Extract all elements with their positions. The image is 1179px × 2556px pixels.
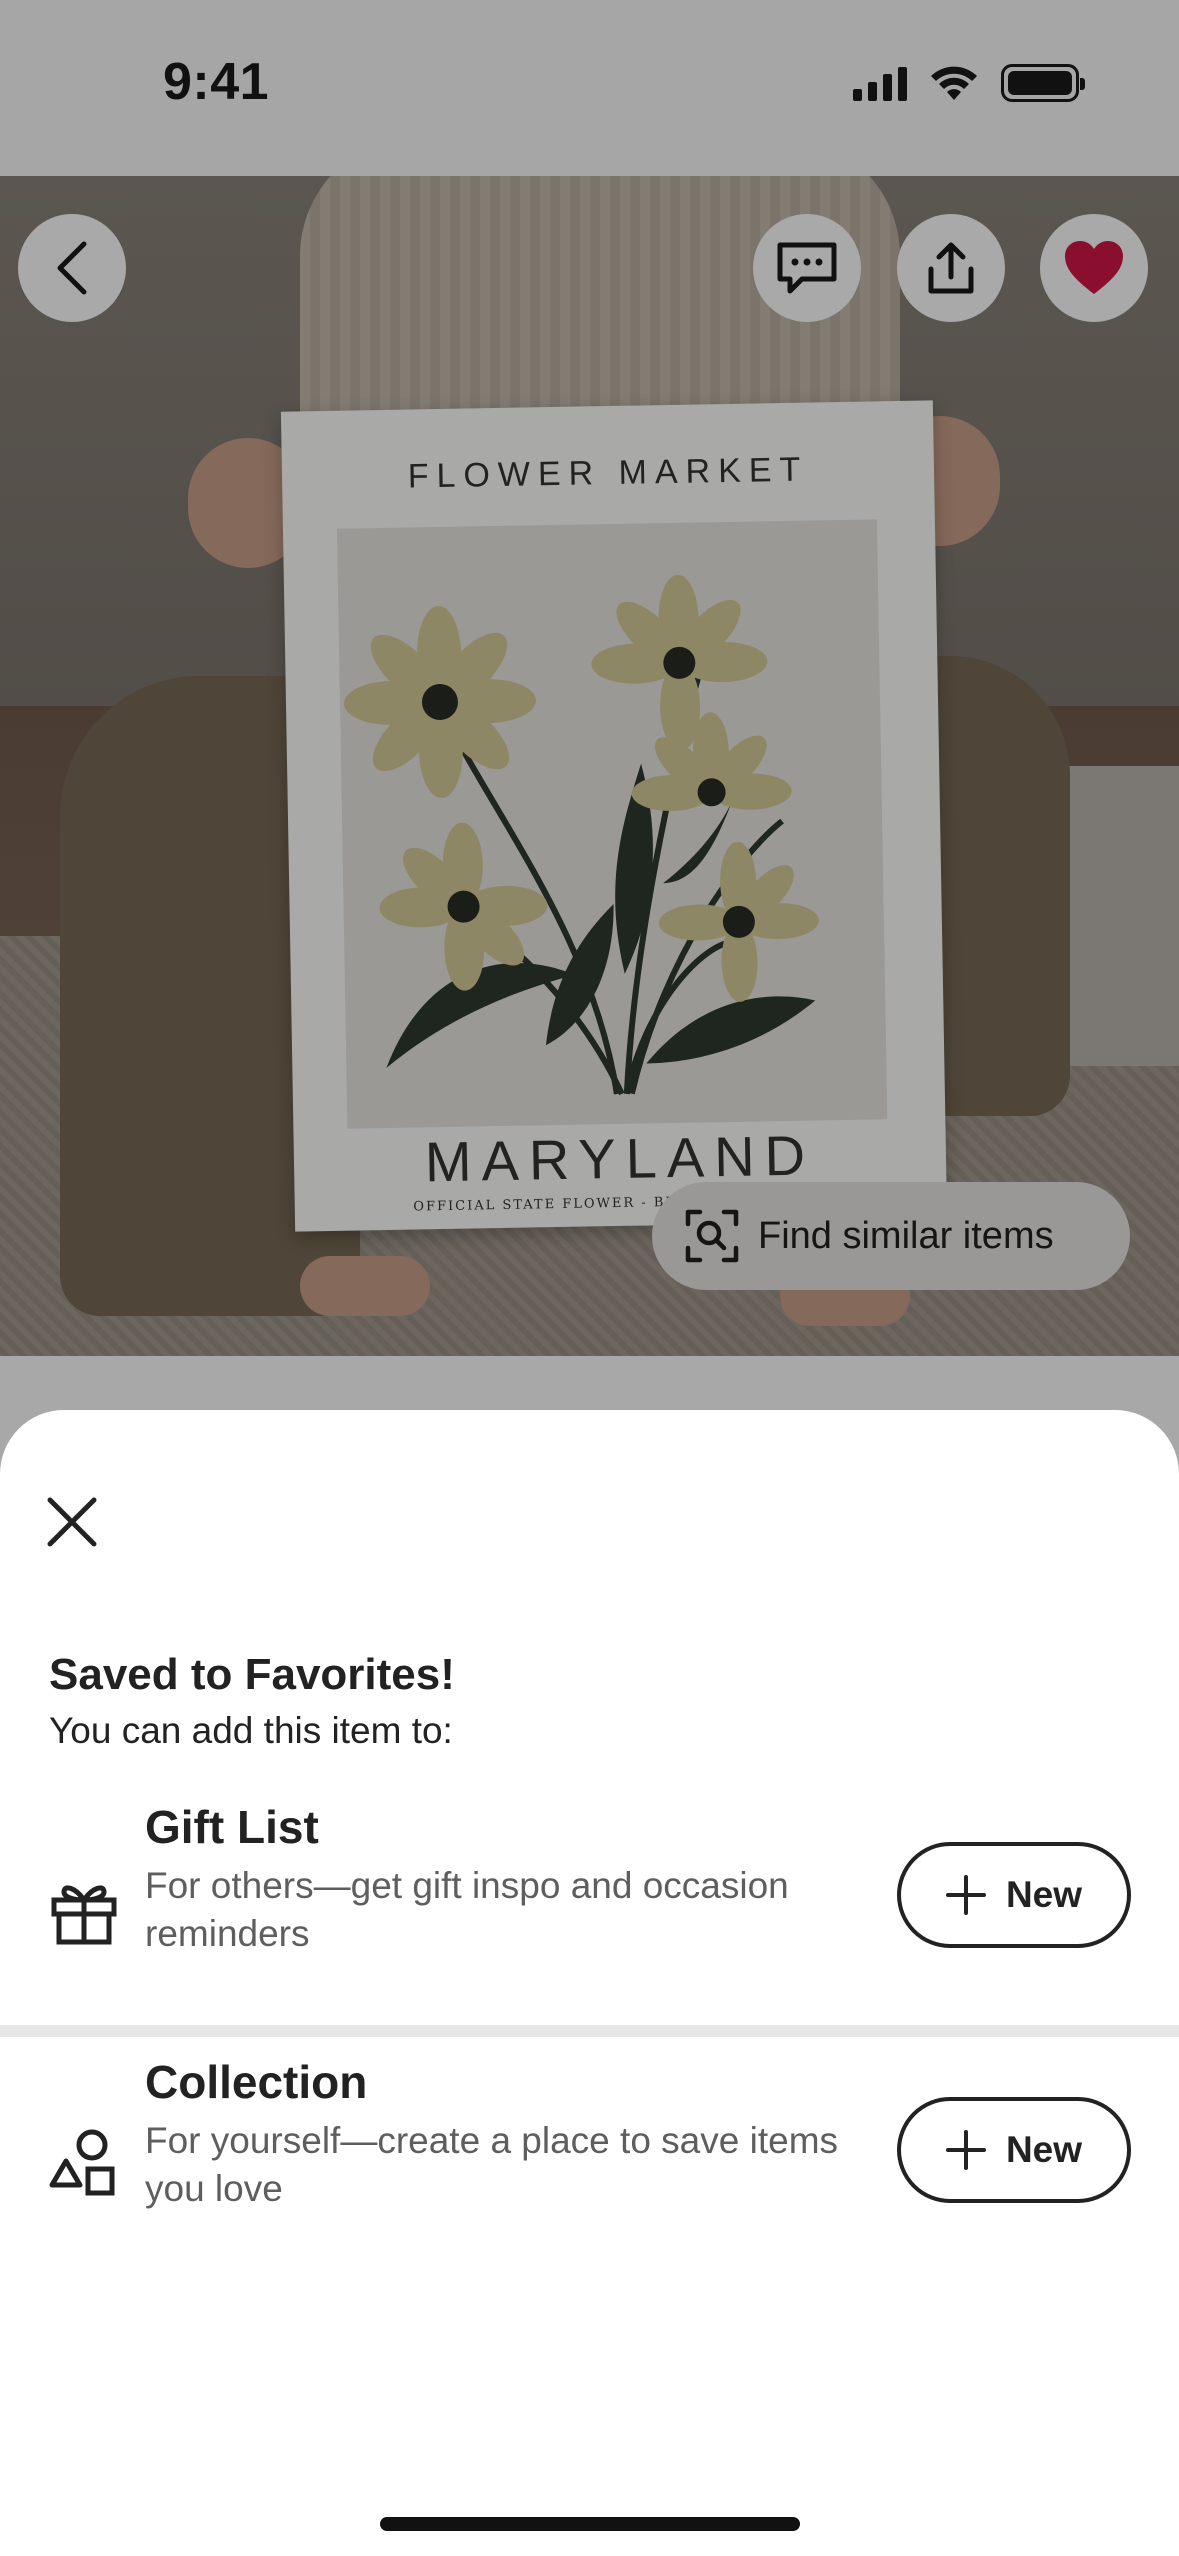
back-button[interactable] xyxy=(18,214,126,322)
status-icons xyxy=(853,64,1085,102)
sheet-subheading: You can add this item to: xyxy=(49,1710,453,1751)
product-image[interactable]: FLOWER MARKET MARYLAND OFFICIAL STATE FL… xyxy=(0,176,1179,1356)
collection-description: For yourself—create a place to save item… xyxy=(145,2120,839,2209)
cellular-signal-icon xyxy=(853,65,907,101)
share-button[interactable] xyxy=(897,214,1005,322)
sheet-heading: Saved to Favorites! xyxy=(49,1650,455,1699)
gift-icon xyxy=(51,1885,117,1945)
find-similar-label: Find similar items xyxy=(758,1214,1054,1257)
new-button-label: New xyxy=(1005,1874,1083,1915)
collection-title: Collection xyxy=(145,2056,368,2108)
visual-search-icon xyxy=(685,1209,739,1263)
plus-icon xyxy=(945,1875,986,1915)
status-time: 9:41 xyxy=(163,53,270,111)
chat-bubble-icon xyxy=(777,242,837,294)
message-seller-button[interactable] xyxy=(753,214,861,322)
battery-icon xyxy=(1001,64,1085,102)
shapes-icon xyxy=(49,2129,115,2196)
home-indicator[interactable] xyxy=(380,2517,800,2531)
collection-option: Collection For yourself—create a place t… xyxy=(0,2055,1179,2255)
status-bar: 9:41 xyxy=(0,0,1179,176)
new-gift-list-button[interactable]: New xyxy=(897,1842,1131,1948)
chevron-left-icon xyxy=(57,241,87,295)
find-similar-items-button[interactable]: Find similar items xyxy=(652,1182,1130,1290)
gift-list-title: Gift List xyxy=(145,1801,319,1853)
plus-icon xyxy=(945,2130,986,2170)
heart-icon xyxy=(1065,241,1123,294)
divider xyxy=(0,2025,1179,2037)
poster: FLOWER MARKET MARYLAND OFFICIAL STATE FL… xyxy=(280,400,948,1232)
new-button-label: New xyxy=(1005,2129,1083,2170)
wifi-icon xyxy=(931,66,977,100)
close-button[interactable] xyxy=(40,1490,104,1554)
share-icon xyxy=(928,242,974,294)
flower-illustration xyxy=(336,519,888,1129)
favorite-button[interactable] xyxy=(1040,214,1148,322)
close-icon xyxy=(47,1497,97,1547)
poster-title: FLOWER MARKET xyxy=(407,450,809,496)
gift-list-option: Gift List For others—get gift inspo and … xyxy=(0,1800,1179,2000)
new-collection-button[interactable]: New xyxy=(897,2097,1131,2203)
gift-list-description: For others—get gift inspo and occasion r… xyxy=(145,1865,789,1954)
saved-to-favorites-sheet: Saved to Favorites! You can add this ite… xyxy=(0,1410,1179,2556)
